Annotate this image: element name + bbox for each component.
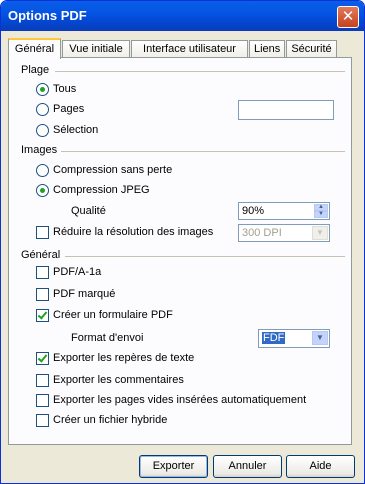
radio-pages[interactable] — [36, 103, 49, 116]
checkbox-reperes[interactable] — [36, 352, 49, 365]
close-icon: ✕ — [341, 8, 355, 25]
tab-securite[interactable]: Sécurité — [286, 40, 337, 57]
qualite-label: Qualité — [71, 205, 106, 217]
hybride-label: Créer un fichier hybride — [53, 414, 168, 426]
dpi-value: 300 DPI — [242, 227, 282, 239]
section-general-title: Général — [21, 249, 61, 261]
reduire-resolution-label: Réduire la résolution des images — [53, 226, 214, 238]
tab-interface-utilisateur[interactable]: Interface utilisateur — [131, 40, 248, 57]
reperes-label: Exporter les repères de texte — [53, 352, 195, 364]
radio-compression-jpeg[interactable] — [36, 184, 49, 197]
options-pdf-dialog: Options PDF ✕ Général Vue initiale Inter… — [0, 0, 365, 484]
qualite-spinbox[interactable]: 90% ▲ ▼ — [238, 202, 330, 220]
radio-compression-sans-perte[interactable] — [36, 164, 49, 177]
spin-up-icon[interactable]: ▲ — [314, 204, 328, 211]
pdfa-label: PDF/A-1a — [53, 266, 102, 278]
checkbox-commentaires[interactable] — [36, 374, 49, 387]
tab-general-label: Général — [14, 43, 55, 55]
checkbox-pdf-marque[interactable] — [36, 288, 49, 301]
radio-tous[interactable] — [36, 83, 49, 96]
section-divider — [65, 256, 345, 257]
exporter-button[interactable]: Exporter — [139, 455, 208, 478]
dpi-dropdown: 300 DPI ▼ — [238, 224, 330, 242]
chevron-down-icon[interactable]: ▼ — [312, 331, 328, 345]
radio-selection-label: Sélection — [53, 124, 99, 136]
section-divider — [61, 151, 345, 152]
annuler-button[interactable]: Annuler — [213, 455, 282, 478]
spin-down-icon[interactable]: ▼ — [314, 211, 328, 218]
checkbox-hybride[interactable] — [36, 414, 49, 427]
close-button[interactable]: ✕ — [337, 6, 359, 28]
tab-liens-label: Liens — [254, 43, 281, 55]
aide-button[interactable]: Aide — [286, 455, 355, 478]
tab-vue-initiale-label: Vue initiale — [69, 43, 123, 55]
qualite-spin-buttons[interactable]: ▲ ▼ — [314, 204, 328, 218]
checkbox-formulaire[interactable] — [36, 309, 49, 322]
exporter-button-label: Exporter — [152, 460, 195, 472]
window-title: Options PDF — [8, 8, 87, 23]
commentaires-label: Exporter les commentaires — [53, 374, 184, 386]
title-bar[interactable]: Options PDF ✕ — [1, 1, 364, 31]
annuler-button-label: Annuler — [228, 460, 267, 472]
checkbox-pdfa[interactable] — [36, 266, 49, 279]
format-envoi-label: Format d'envoi — [71, 332, 144, 344]
qualite-value: 90% — [242, 205, 265, 217]
tab-interface-label: Interface utilisateur — [143, 43, 236, 55]
format-envoi-value: FDF — [262, 332, 286, 344]
chevron-down-icon: ▼ — [312, 226, 328, 240]
tab-liens[interactable]: Liens — [249, 40, 285, 57]
checkbox-reduire-resolution[interactable] — [36, 226, 49, 239]
radio-sans-perte-label: Compression sans perte — [53, 164, 173, 176]
tab-general[interactable]: Général — [8, 38, 61, 59]
pages-input[interactable] — [238, 100, 334, 120]
radio-jpeg-label: Compression JPEG — [53, 184, 150, 196]
section-plage-title: Plage — [21, 64, 50, 76]
tab-securite-label: Sécurité — [291, 43, 332, 55]
section-images-title: Images — [21, 144, 58, 156]
checkbox-pages-vides[interactable] — [36, 394, 49, 407]
pdf-marque-label: PDF marqué — [53, 288, 116, 300]
formulaire-label: Créer un formulaire PDF — [53, 309, 173, 321]
format-envoi-dropdown[interactable]: FDF ▼ — [258, 329, 330, 348]
tab-panel-general: Plage Tous Pages Sélection Images Compre… — [8, 57, 352, 445]
aide-button-label: Aide — [309, 460, 332, 472]
radio-pages-label: Pages — [53, 103, 85, 115]
radio-tous-label: Tous — [53, 83, 77, 95]
pages-vides-label: Exporter les pages vides insérées automa… — [53, 394, 307, 406]
tab-vue-initiale[interactable]: Vue initiale — [62, 40, 130, 57]
radio-selection[interactable] — [36, 124, 49, 137]
section-divider — [55, 71, 345, 72]
